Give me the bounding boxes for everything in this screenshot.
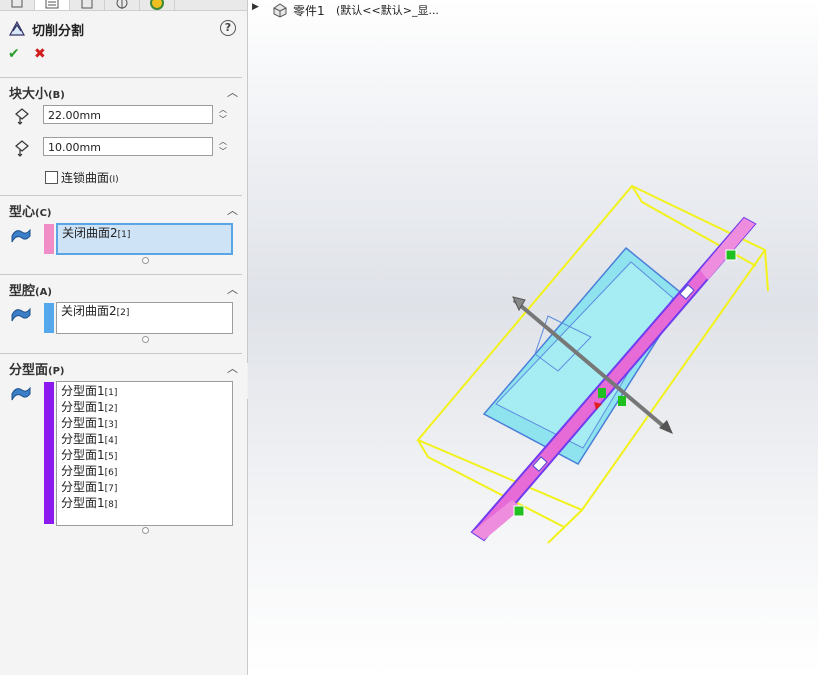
block-size-header[interactable]: 块大小(B) — [9, 83, 65, 102]
list-item[interactable]: 分型面1[5] — [57, 447, 232, 463]
collapse-block-size-icon[interactable]: ︿ — [227, 84, 239, 99]
item-name: 分型面1 — [61, 448, 105, 462]
parting-surface-selection-box[interactable]: 分型面1[1] 分型面1[2] 分型面1[3] 分型面1[4] 分型面1[5] … — [56, 381, 233, 526]
section-shortcut: (C) — [35, 208, 52, 219]
cavity-selection-box[interactable]: 关闭曲面2[2] — [56, 302, 233, 334]
resize-handle[interactable] — [142, 336, 149, 343]
core-color-swatch — [44, 224, 54, 254]
item-index: [4] — [104, 436, 118, 446]
tab-display-manager[interactable] — [140, 0, 175, 10]
list-item[interactable]: 分型面1[6] — [57, 463, 232, 479]
list-item[interactable]: 分型面1[3] — [57, 415, 232, 431]
property-manager: 切削分割 ? ✔ ✖ 块大小(B) ︿ 22.00mm ︿ ﹀ 10.00mm ︿… — [0, 0, 248, 675]
section-title: 分型面 — [9, 363, 49, 378]
help-icon[interactable]: ? — [220, 20, 236, 36]
interlock-shortcut: (I) — [109, 175, 119, 185]
divider — [0, 353, 242, 354]
parting-surface-color-swatch — [44, 382, 54, 524]
collapse-cavity-icon[interactable]: ︿ — [227, 281, 239, 296]
height-spinner[interactable]: ︿ ﹀ — [218, 137, 228, 157]
parting-surface-header[interactable]: 分型面(P) — [9, 359, 65, 378]
item-index: [6] — [104, 468, 118, 478]
list-item[interactable]: 关闭曲面2[2] — [57, 303, 232, 319]
item-index: [2] — [116, 308, 130, 318]
manager-tabs — [0, 0, 247, 11]
item-index: [1] — [117, 230, 131, 240]
tab-feature-manager[interactable] — [0, 0, 35, 10]
core-selection-box[interactable]: 关闭曲面2[1] — [56, 223, 233, 255]
divider — [0, 77, 242, 78]
item-index: [7] — [104, 484, 118, 494]
item-index: [5] — [104, 452, 118, 462]
item-name: 分型面1 — [61, 416, 105, 430]
item-index: [1] — [104, 388, 118, 398]
list-item[interactable]: 分型面1[1] — [57, 383, 232, 399]
feature-title: 切削分割 — [32, 24, 85, 39]
depth-input[interactable]: 22.00mm — [43, 105, 213, 124]
item-name: 关闭曲面2 — [62, 226, 118, 240]
section-shortcut: (B) — [48, 90, 65, 101]
interlock-surface-checkbox[interactable] — [45, 171, 58, 184]
graphics-area[interactable]: ▶ 零件1 (默认<<默认>_显... — [248, 0, 818, 675]
list-item[interactable]: 分型面1[4] — [57, 431, 232, 447]
cancel-button[interactable]: ✖ — [34, 47, 48, 61]
section-title: 型腔 — [9, 284, 36, 299]
item-name: 分型面1 — [61, 384, 105, 398]
part-body — [482, 246, 686, 465]
core-header[interactable]: 型心(C) — [9, 201, 52, 220]
item-name: 分型面1 — [61, 464, 105, 478]
collapse-core-icon[interactable]: ︿ — [227, 202, 239, 217]
depth-spinner[interactable]: ︿ ﹀ — [218, 105, 228, 125]
tab-dimxpert-manager[interactable] — [105, 0, 140, 10]
item-index: [2] — [104, 404, 118, 414]
collapse-parting-surface-icon[interactable]: ︿ — [227, 360, 239, 375]
display-manager-icon — [150, 0, 164, 10]
feature-tree-icon — [11, 0, 23, 8]
list-item[interactable]: 分型面1[8] — [57, 495, 232, 511]
configuration-icon — [81, 0, 93, 9]
depth-direction-icon — [15, 108, 29, 125]
item-name: 分型面1 — [61, 480, 105, 494]
tab-configuration-manager[interactable] — [70, 0, 105, 10]
item-name: 分型面1 — [61, 496, 105, 510]
ok-button[interactable]: ✔ — [8, 47, 22, 61]
list-item[interactable]: 分型面1[2] — [57, 399, 232, 415]
divider — [0, 195, 242, 196]
surface-body-icon — [11, 228, 31, 243]
feature-header: 切削分割 ? — [0, 16, 247, 42]
dimxpert-icon — [116, 0, 128, 9]
height-input[interactable]: 10.00mm — [43, 137, 213, 156]
resize-handle[interactable] — [142, 527, 149, 534]
cavity-color-swatch — [44, 303, 54, 333]
resize-handle[interactable] — [142, 257, 149, 264]
section-shortcut: (A) — [35, 287, 52, 298]
property-manager-icon — [45, 0, 59, 9]
item-index: [8] — [104, 500, 118, 510]
item-name: 分型面1 — [61, 432, 105, 446]
mold-model-view — [416, 184, 769, 544]
split-mold-icon — [8, 20, 26, 36]
section-title: 块大小 — [9, 87, 49, 102]
height-direction-icon — [15, 140, 29, 157]
item-index: [3] — [104, 420, 118, 430]
divider — [0, 274, 242, 275]
section-shortcut: (P) — [48, 366, 65, 377]
list-item[interactable]: 关闭曲面2[1] — [58, 225, 231, 241]
list-item[interactable]: 分型面1[7] — [57, 479, 232, 495]
section-title: 型心 — [9, 205, 36, 220]
item-name: 分型面1 — [61, 400, 105, 414]
surface-body-icon — [11, 386, 31, 401]
surface-body-icon — [11, 307, 31, 322]
tab-property-manager[interactable] — [35, 0, 70, 10]
cavity-header[interactable]: 型腔(A) — [9, 280, 52, 299]
interlock-text: 连锁曲面 — [61, 171, 110, 185]
item-name: 关闭曲面2 — [61, 304, 117, 318]
interlock-surface-label[interactable]: 连锁曲面(I) — [61, 169, 119, 186]
